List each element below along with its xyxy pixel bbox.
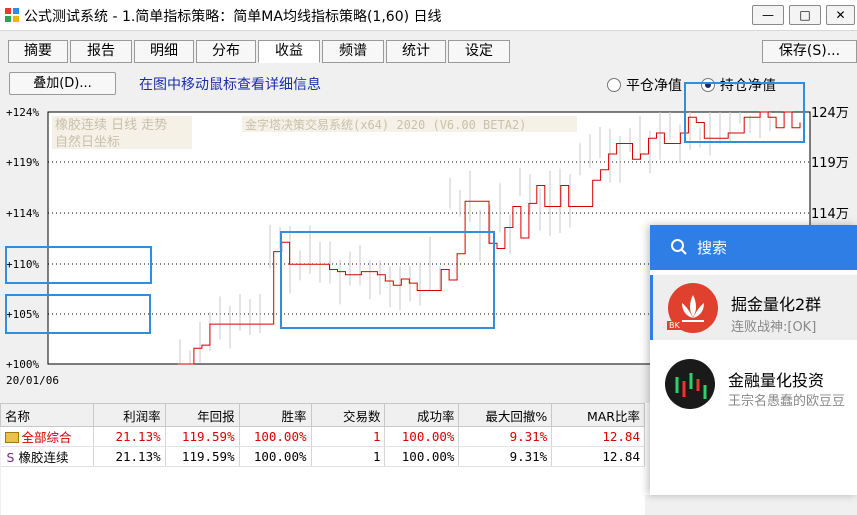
tab-settings[interactable]: 设定 — [448, 40, 510, 63]
column-header[interactable]: 交易数 — [311, 404, 385, 427]
search-placeholder[interactable]: 搜索 — [697, 237, 727, 258]
chat-item[interactable]: BK 掘金量化2群 连败战神:[OK] — [650, 275, 857, 340]
chat-popup[interactable]: 搜索 BK 掘金量化2群 连败战神:[OK] — [650, 225, 857, 495]
row-name-cell[interactable]: S橡胶连续 — [1, 447, 94, 467]
tab-statistics[interactable]: 统计 — [386, 40, 446, 63]
table-header-row: 名称 利润率 年回报 胜率 交易数 成功率 最大回撤% MAR比率 — [1, 404, 645, 427]
chat-message: 连败战神:[OK] — [731, 316, 816, 335]
highlight-box — [5, 246, 152, 284]
row-name: 橡胶连续 — [18, 450, 68, 465]
chat-name: 掘金量化2群 — [731, 291, 821, 315]
table-cell: 100.00% — [385, 427, 459, 447]
minimize-button[interactable]: — — [752, 5, 784, 25]
radio-close-equity[interactable] — [607, 78, 621, 92]
y-tick-label: +100% — [6, 358, 39, 371]
column-header[interactable]: 胜率 — [239, 404, 311, 427]
highlight-box — [280, 231, 495, 329]
row-name: 全部综合 — [22, 430, 72, 445]
close-button[interactable]: ✕ — [826, 5, 855, 25]
table-cell: 21.13% — [93, 427, 165, 447]
chat-message: 王宗名愚蠢的欧豆豆 — [728, 390, 845, 409]
save-button[interactable]: 保存(S)... — [762, 40, 857, 63]
y2-tick-label: 119万 — [811, 156, 849, 171]
table-cell: 21.13% — [93, 447, 165, 467]
table-row[interactable]: 全部综合 21.13% 119.59% 100.00% 1 100.00% 9.… — [1, 427, 645, 447]
table-cell: 119.59% — [165, 447, 239, 467]
chart-watermark: 金字塔决策交易系统(x64) 2020 (V6.00 BETA2) — [245, 117, 526, 132]
table-row[interactable]: S橡胶连续 21.13% 119.59% 100.00% 1 100.00% 9… — [1, 447, 645, 467]
overlay-button[interactable]: 叠加(D)... — [9, 72, 116, 95]
chat-item[interactable]: 金融量化投资 王宗名愚蠢的欧豆豆 — [650, 353, 857, 418]
chart-legend-line1: 橡胶连续 日线 走势 — [55, 117, 167, 133]
table-cell: 119.59% — [165, 427, 239, 447]
radio-close-equity-label[interactable]: 平仓净值 — [626, 75, 682, 95]
table-cell: 100.00% — [385, 447, 459, 467]
column-header[interactable]: 名称 — [1, 404, 94, 427]
chart-legend-line2: 自然日坐标 — [55, 134, 120, 150]
strategy-s-icon: S — [7, 450, 15, 465]
tab-detail[interactable]: 明细 — [134, 40, 194, 63]
table-cell: 12.84 — [552, 447, 645, 467]
table-cell: 1 — [311, 447, 385, 467]
column-header[interactable]: 成功率 — [385, 404, 459, 427]
table-row-empty — [1, 467, 645, 515]
highlight-box — [684, 82, 805, 143]
table-cell: 100.00% — [239, 447, 311, 467]
y-tick-label: +124% — [6, 106, 39, 119]
table-cell: 100.00% — [239, 427, 311, 447]
y2-tick-label: 114万 — [811, 207, 849, 222]
tab-returns[interactable]: 收益 — [258, 40, 320, 63]
table-cell: 12.84 — [552, 427, 645, 447]
tab-spectrum[interactable]: 频谱 — [322, 40, 384, 63]
column-header[interactable]: MAR比率 — [552, 404, 645, 427]
avatar — [665, 359, 715, 409]
y-tick-label: +119% — [6, 156, 39, 169]
candlestick-icon — [665, 359, 715, 409]
title-bar: 公式测试系统 - 1.简单指标策略：简单MA均线指标策略(1,60) 日线 — … — [0, 0, 857, 31]
y2-tick-label: 124万 — [811, 106, 849, 121]
tab-report[interactable]: 报告 — [70, 40, 132, 63]
highlight-box — [5, 294, 151, 334]
tab-distribution[interactable]: 分布 — [196, 40, 256, 63]
app-icon — [4, 7, 20, 23]
column-header[interactable]: 年回报 — [165, 404, 239, 427]
search-icon — [670, 238, 688, 256]
tab-summary[interactable]: 摘要 — [8, 40, 68, 63]
chat-name: 金融量化投资 — [728, 367, 824, 391]
y-tick-label: +114% — [6, 207, 39, 220]
maximize-button[interactable]: □ — [789, 5, 821, 25]
row-name-cell[interactable]: 全部综合 — [1, 427, 94, 447]
hint-text: 在图中移动鼠标查看详细信息 — [139, 74, 321, 94]
folder-icon — [5, 432, 19, 443]
window-title: 公式测试系统 - 1.简单指标策略：简单MA均线指标策略(1,60) 日线 — [24, 6, 442, 26]
x-tick-label: 20/01/06 — [6, 374, 59, 387]
table-cell: 9.31% — [459, 447, 552, 467]
table-cell: 9.31% — [459, 427, 552, 447]
table-cell: 1 — [311, 427, 385, 447]
column-header[interactable]: 利润率 — [93, 404, 165, 427]
chat-search-bar[interactable]: 搜索 — [650, 225, 857, 270]
avatar-badge: BK — [667, 321, 682, 330]
column-header[interactable]: 最大回撤% — [459, 404, 552, 427]
results-table: 名称 利润率 年回报 胜率 交易数 成功率 最大回撤% MAR比率 全部综合 2… — [0, 403, 645, 515]
